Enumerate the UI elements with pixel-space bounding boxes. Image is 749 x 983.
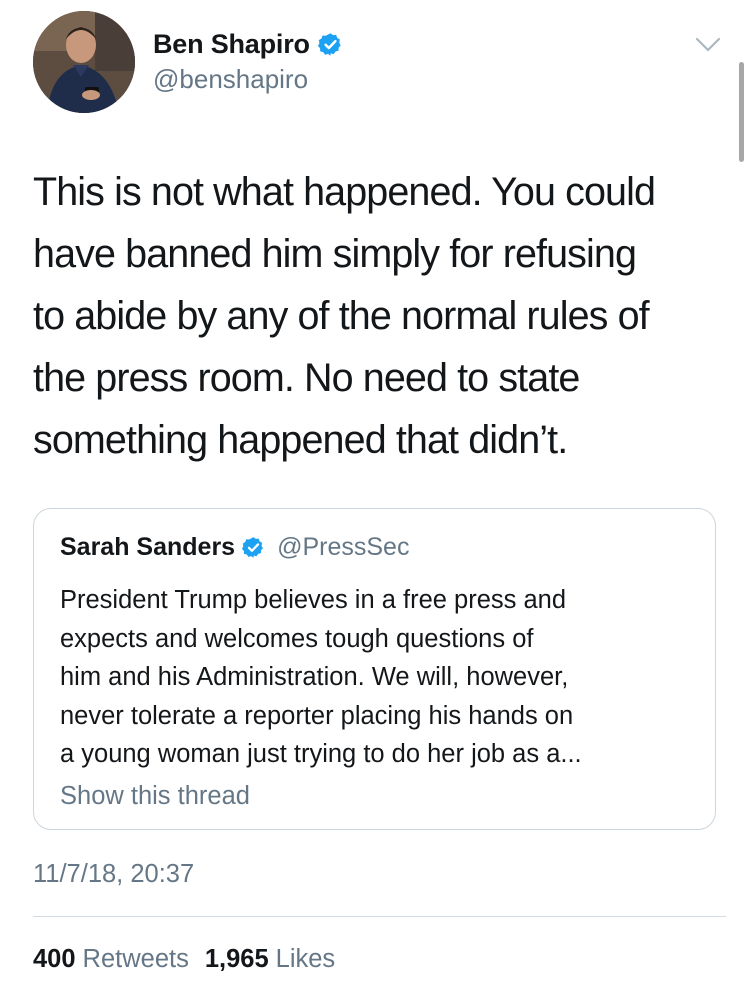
likes-label: Likes xyxy=(275,945,336,973)
quoted-tweet-text: President Trump believes in a free press… xyxy=(60,581,700,774)
quoted-text-line: President Trump believes in a free press… xyxy=(60,586,567,614)
divider xyxy=(33,916,726,917)
retweets-stat[interactable]: 400 Retweets xyxy=(33,945,189,974)
avatar[interactable] xyxy=(33,11,135,113)
tweet-stats: 400 Retweets 1,965 Likes xyxy=(33,945,335,974)
tweet-timestamp: 11/7/18, 20:37 xyxy=(33,860,195,888)
quoted-tweet-header: Sarah Sanders @PressSec xyxy=(60,531,409,563)
retweets-label: Retweets xyxy=(82,945,189,973)
tweet-text-line: to abide by any of the normal rules of xyxy=(33,294,650,338)
likes-count: 1,965 xyxy=(204,945,269,973)
likes-stat[interactable]: 1,965 Likes xyxy=(205,945,335,974)
quoted-text-line: him and his Administration. We will, how… xyxy=(60,663,569,691)
author-display-name[interactable]: Ben Shapiro xyxy=(153,29,310,60)
quoted-text-line: a young woman just trying to do her job … xyxy=(60,740,582,768)
tweet-text-line: something happened that didn’t. xyxy=(33,418,568,462)
tweet-text: This is not what happened. You could hav… xyxy=(33,161,723,471)
tweet-detail: Ben Shapiro @benshapiro This is not what… xyxy=(0,0,749,983)
tweet-text-line: This is not what happened. You could xyxy=(33,170,656,214)
verified-badge-icon xyxy=(242,536,263,558)
quoted-tweet-card[interactable]: Sarah Sanders @PressSec President Trump … xyxy=(33,508,716,830)
retweets-count: 400 xyxy=(33,945,76,973)
show-thread-link[interactable]: Show this thread xyxy=(60,782,250,811)
quoted-text-line: never tolerate a reporter placing his ha… xyxy=(60,701,574,730)
tweet-text-line: the press room. No need to state xyxy=(33,356,580,400)
tweet-text-line: have banned him simply for refusing xyxy=(33,232,637,276)
verified-badge-icon xyxy=(317,32,341,56)
scrollbar[interactable] xyxy=(739,62,744,162)
quoted-text-line: expects and welcomes tough questions of xyxy=(60,624,534,653)
author-handle[interactable]: @benshapiro xyxy=(153,64,308,95)
avatar-photo xyxy=(33,11,135,113)
author-name-row[interactable]: Ben Shapiro xyxy=(153,27,343,61)
quoted-author-name: Sarah Sanders xyxy=(60,532,236,561)
chevron-down-icon[interactable] xyxy=(695,36,721,54)
quoted-author-handle: @PressSec xyxy=(277,532,410,561)
